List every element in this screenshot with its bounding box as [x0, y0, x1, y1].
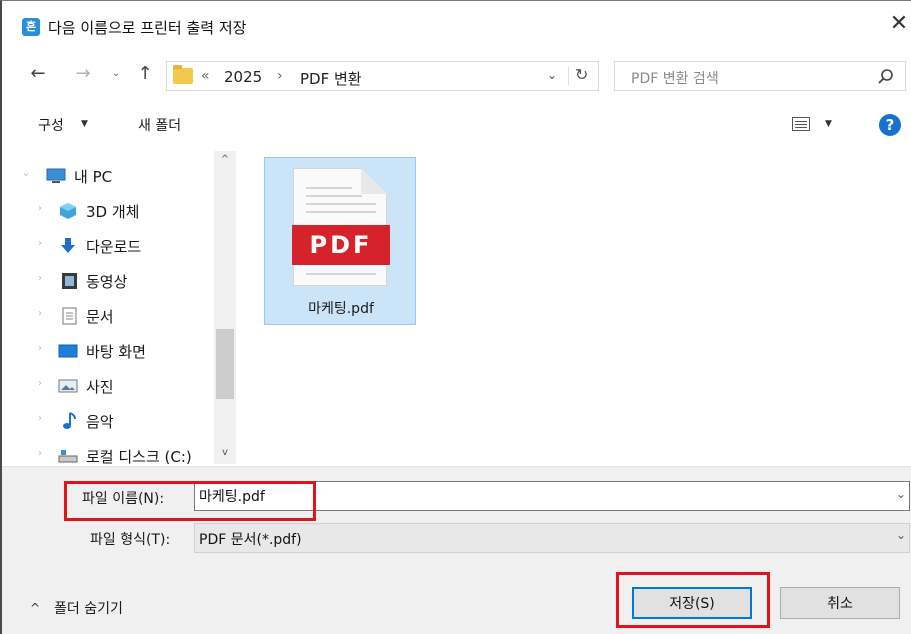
picture-icon — [58, 379, 78, 393]
scroll-down-icon[interactable]: v — [214, 444, 236, 462]
nav-item-label: 다운로드 — [86, 238, 142, 256]
nav-item-downloads[interactable]: › 다운로드 — [2, 231, 212, 261]
folder-icon — [173, 65, 193, 84]
view-dropdown-icon[interactable]: ▼ — [825, 119, 832, 129]
breadcrumb-separator-icon[interactable]: › — [277, 68, 283, 84]
filetype-select[interactable]: PDF 문서(*.pdf) — [194, 523, 910, 553]
nav-item-label: 사진 — [86, 378, 114, 396]
forward-arrow-icon[interactable]: → — [72, 61, 94, 87]
expand-chevron-icon[interactable]: › — [34, 378, 46, 389]
save-as-dialog: 흔 다음 이름으로 프린터 출력 저장 ✕ ← → ⌄ ↑ « 2025 › P… — [0, 0, 911, 634]
nav-item-pictures[interactable]: › 사진 — [2, 371, 212, 401]
title-bar: 흔 다음 이름으로 프린터 출력 저장 ✕ — [2, 1, 911, 47]
cube-icon — [60, 203, 76, 219]
nav-item-music[interactable]: › 음악 — [2, 406, 212, 436]
scroll-up-icon[interactable]: ^ — [214, 151, 236, 169]
filetype-dropdown-icon[interactable]: ⌄ — [896, 528, 906, 542]
address-dropdown-icon[interactable]: ⌄ — [547, 68, 557, 82]
nav-item-this-pc[interactable]: ⌄ 내 PC — [2, 161, 212, 191]
save-highlight-box — [616, 572, 770, 628]
expand-chevron-icon[interactable]: › — [34, 448, 46, 459]
expand-chevron-icon[interactable]: ⌄ — [20, 168, 32, 179]
breadcrumb-overflow-icon[interactable]: « — [201, 68, 210, 84]
close-icon[interactable]: ✕ — [888, 13, 910, 37]
search-icon[interactable] — [875, 67, 897, 87]
hide-folders-button[interactable]: 폴더 숨기기 — [54, 598, 123, 618]
back-arrow-icon[interactable]: ← — [26, 61, 50, 87]
view-options-icon[interactable] — [792, 117, 810, 131]
app-icon: 흔 — [22, 18, 40, 36]
filetype-label: 파일 형식(T): — [90, 532, 171, 548]
desktop-icon — [58, 344, 78, 358]
breadcrumb-2025[interactable]: 2025 — [224, 68, 262, 86]
recent-locations-chevron-icon[interactable]: ⌄ — [108, 61, 124, 87]
nav-item-label: 동영상 — [86, 273, 128, 291]
refresh-icon[interactable]: ↻ — [575, 65, 588, 84]
nav-item-label: 내 PC — [74, 168, 113, 186]
search-placeholder[interactable]: PDF 변환 검색 — [631, 68, 719, 88]
pdf-badge: PDF — [292, 225, 390, 265]
video-film-icon — [62, 273, 77, 289]
nav-item-desktop[interactable]: › 바탕 화면 — [2, 336, 212, 366]
local-disk-icon — [58, 450, 78, 463]
nav-item-label: 바탕 화면 — [86, 343, 146, 361]
help-icon[interactable]: ? — [879, 114, 901, 136]
expand-chevron-icon[interactable]: › — [34, 413, 46, 424]
expand-chevron-icon[interactable]: › — [34, 308, 46, 319]
expand-chevron-icon[interactable]: › — [34, 203, 46, 214]
file-list-area[interactable]: PDF 마케팅.pdf — [238, 151, 911, 464]
dialog-title: 다음 이름으로 프린터 출력 저장 — [48, 19, 247, 37]
chevron-up-icon[interactable]: ^ — [30, 601, 40, 615]
document-icon — [62, 307, 77, 325]
dialog-footer: ^ 폴더 숨기기 저장(S) 취소 — [2, 556, 911, 634]
expand-chevron-icon[interactable]: › — [34, 273, 46, 284]
filename-highlight-box — [64, 481, 316, 521]
expand-chevron-icon[interactable]: › — [34, 238, 46, 249]
address-divider — [568, 67, 569, 85]
command-toolbar: 구성 ▼ 새 폴더 ▼ ? — [2, 105, 911, 145]
breadcrumb-pdf-conversion[interactable]: PDF 변환 — [300, 68, 362, 89]
nav-item-label: 로컬 디스크 (C:) — [86, 448, 192, 466]
organize-dropdown-icon[interactable]: ▼ — [81, 119, 88, 129]
computer-icon — [46, 168, 66, 183]
nav-item-documents[interactable]: › 문서 — [2, 301, 212, 331]
navigation-pane: ⌄ 내 PC › 3D 개체 › 다운로드 › 동영상 › 문서 › 바탕 화면… — [2, 151, 236, 466]
up-arrow-icon[interactable]: ↑ — [134, 61, 156, 87]
nav-item-3d-objects[interactable]: › 3D 개체 — [2, 196, 212, 226]
nav-item-label: 3D 개체 — [86, 203, 140, 221]
expand-chevron-icon[interactable]: › — [34, 343, 46, 354]
new-folder-button[interactable]: 새 폴더 — [138, 115, 181, 135]
address-row: ← → ⌄ ↑ « 2025 › PDF 변환 ⌄ ↻ PDF 변환 검색 — [2, 57, 911, 95]
organize-button[interactable]: 구성 — [38, 115, 64, 135]
search-box[interactable]: PDF 변환 검색 — [614, 61, 906, 91]
pdf-file-icon: PDF — [292, 168, 390, 286]
music-note-icon — [63, 412, 76, 429]
address-bar[interactable]: « 2025 › PDF 변환 ⌄ ↻ — [166, 61, 599, 91]
save-form: 파일 이름(N): ⌄ 파일 형식(T): PDF 문서(*.pdf) ⌄ — [2, 466, 911, 556]
nav-item-label: 음악 — [86, 413, 114, 431]
file-name-label: 마케팅.pdf — [308, 301, 374, 317]
scroll-thumb[interactable] — [216, 329, 234, 399]
download-arrow-icon — [61, 238, 75, 253]
nav-pane-scrollbar[interactable]: ^ v — [214, 151, 236, 464]
nav-item-label: 문서 — [86, 308, 114, 326]
file-item[interactable]: PDF 마케팅.pdf — [264, 157, 416, 325]
filename-dropdown-icon[interactable]: ⌄ — [896, 487, 906, 501]
cancel-button[interactable]: 취소 — [780, 587, 900, 619]
nav-item-videos[interactable]: › 동영상 — [2, 266, 212, 296]
